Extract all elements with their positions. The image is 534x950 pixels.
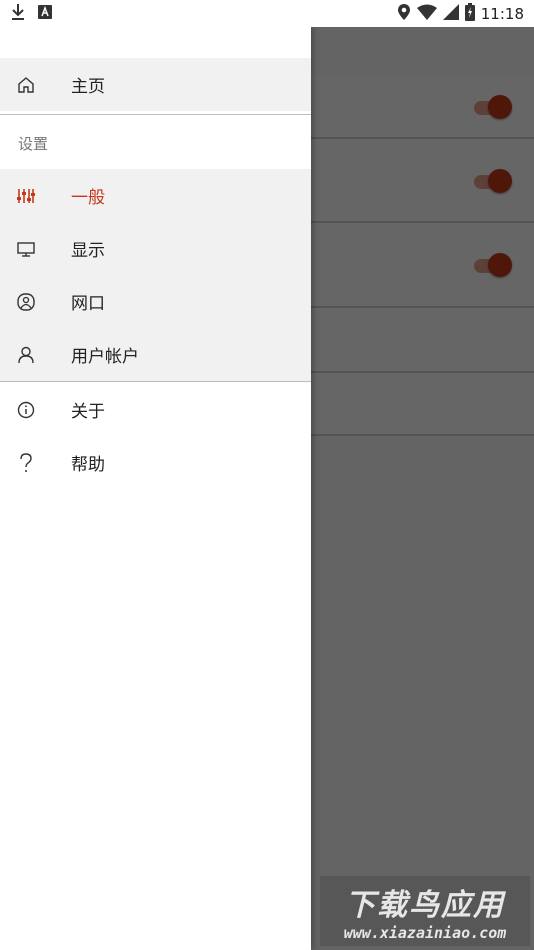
status-bar: 11:18 bbox=[0, 0, 534, 27]
watermark-logo: 下载鸟应用 www.xiazainiao.com bbox=[320, 876, 530, 946]
nav-item-label: 主页 bbox=[71, 77, 105, 97]
nav-item-label: 用户帐户 bbox=[71, 347, 139, 367]
nav-item-about[interactable]: 关于 bbox=[0, 383, 311, 436]
nav-item-label: 网口 bbox=[71, 294, 105, 314]
wifi-icon bbox=[416, 4, 437, 24]
nav-item-general[interactable]: 一般 bbox=[0, 169, 311, 222]
sliders-icon bbox=[16, 186, 36, 206]
navigation-drawer: 主页 设置 一般 显示 网口 用户帐户 关于 帮助 bbox=[0, 27, 311, 950]
section-header-settings: 设置 bbox=[18, 135, 49, 153]
nav-item-label: 一般 bbox=[71, 188, 105, 208]
cell-signal-icon bbox=[442, 3, 459, 24]
watermark-url: www.xiazainiao.com bbox=[343, 924, 507, 942]
info-icon bbox=[16, 400, 36, 420]
nav-item-home[interactable]: 主页 bbox=[0, 58, 311, 111]
divider bbox=[0, 114, 311, 115]
nav-item-label: 帮助 bbox=[71, 455, 105, 475]
battery-charging-icon bbox=[464, 2, 475, 25]
nav-item-user-account[interactable]: 用户帐户 bbox=[0, 328, 311, 381]
home-icon bbox=[16, 75, 36, 95]
watermark-title: 下载鸟应用 bbox=[345, 888, 505, 923]
clock: 11:18 bbox=[480, 4, 524, 23]
location-pin-icon bbox=[397, 3, 411, 25]
user-icon bbox=[16, 345, 36, 365]
question-icon bbox=[16, 452, 36, 473]
nav-item-portal[interactable]: 网口 bbox=[0, 275, 311, 328]
font-a-icon bbox=[38, 4, 52, 23]
monitor-icon bbox=[16, 239, 36, 259]
nav-item-display[interactable]: 显示 bbox=[0, 222, 311, 275]
divider bbox=[0, 381, 311, 382]
portal-icon bbox=[16, 292, 36, 312]
nav-item-help[interactable]: 帮助 bbox=[0, 436, 311, 489]
nav-item-label: 关于 bbox=[71, 402, 105, 422]
nav-item-label: 显示 bbox=[71, 241, 105, 261]
screen: 11:18 主页 设置 一般 显示 网口 用户帐户 关于 帮助 下载鸟应用 ww… bbox=[0, 0, 534, 950]
download-icon bbox=[10, 3, 26, 25]
